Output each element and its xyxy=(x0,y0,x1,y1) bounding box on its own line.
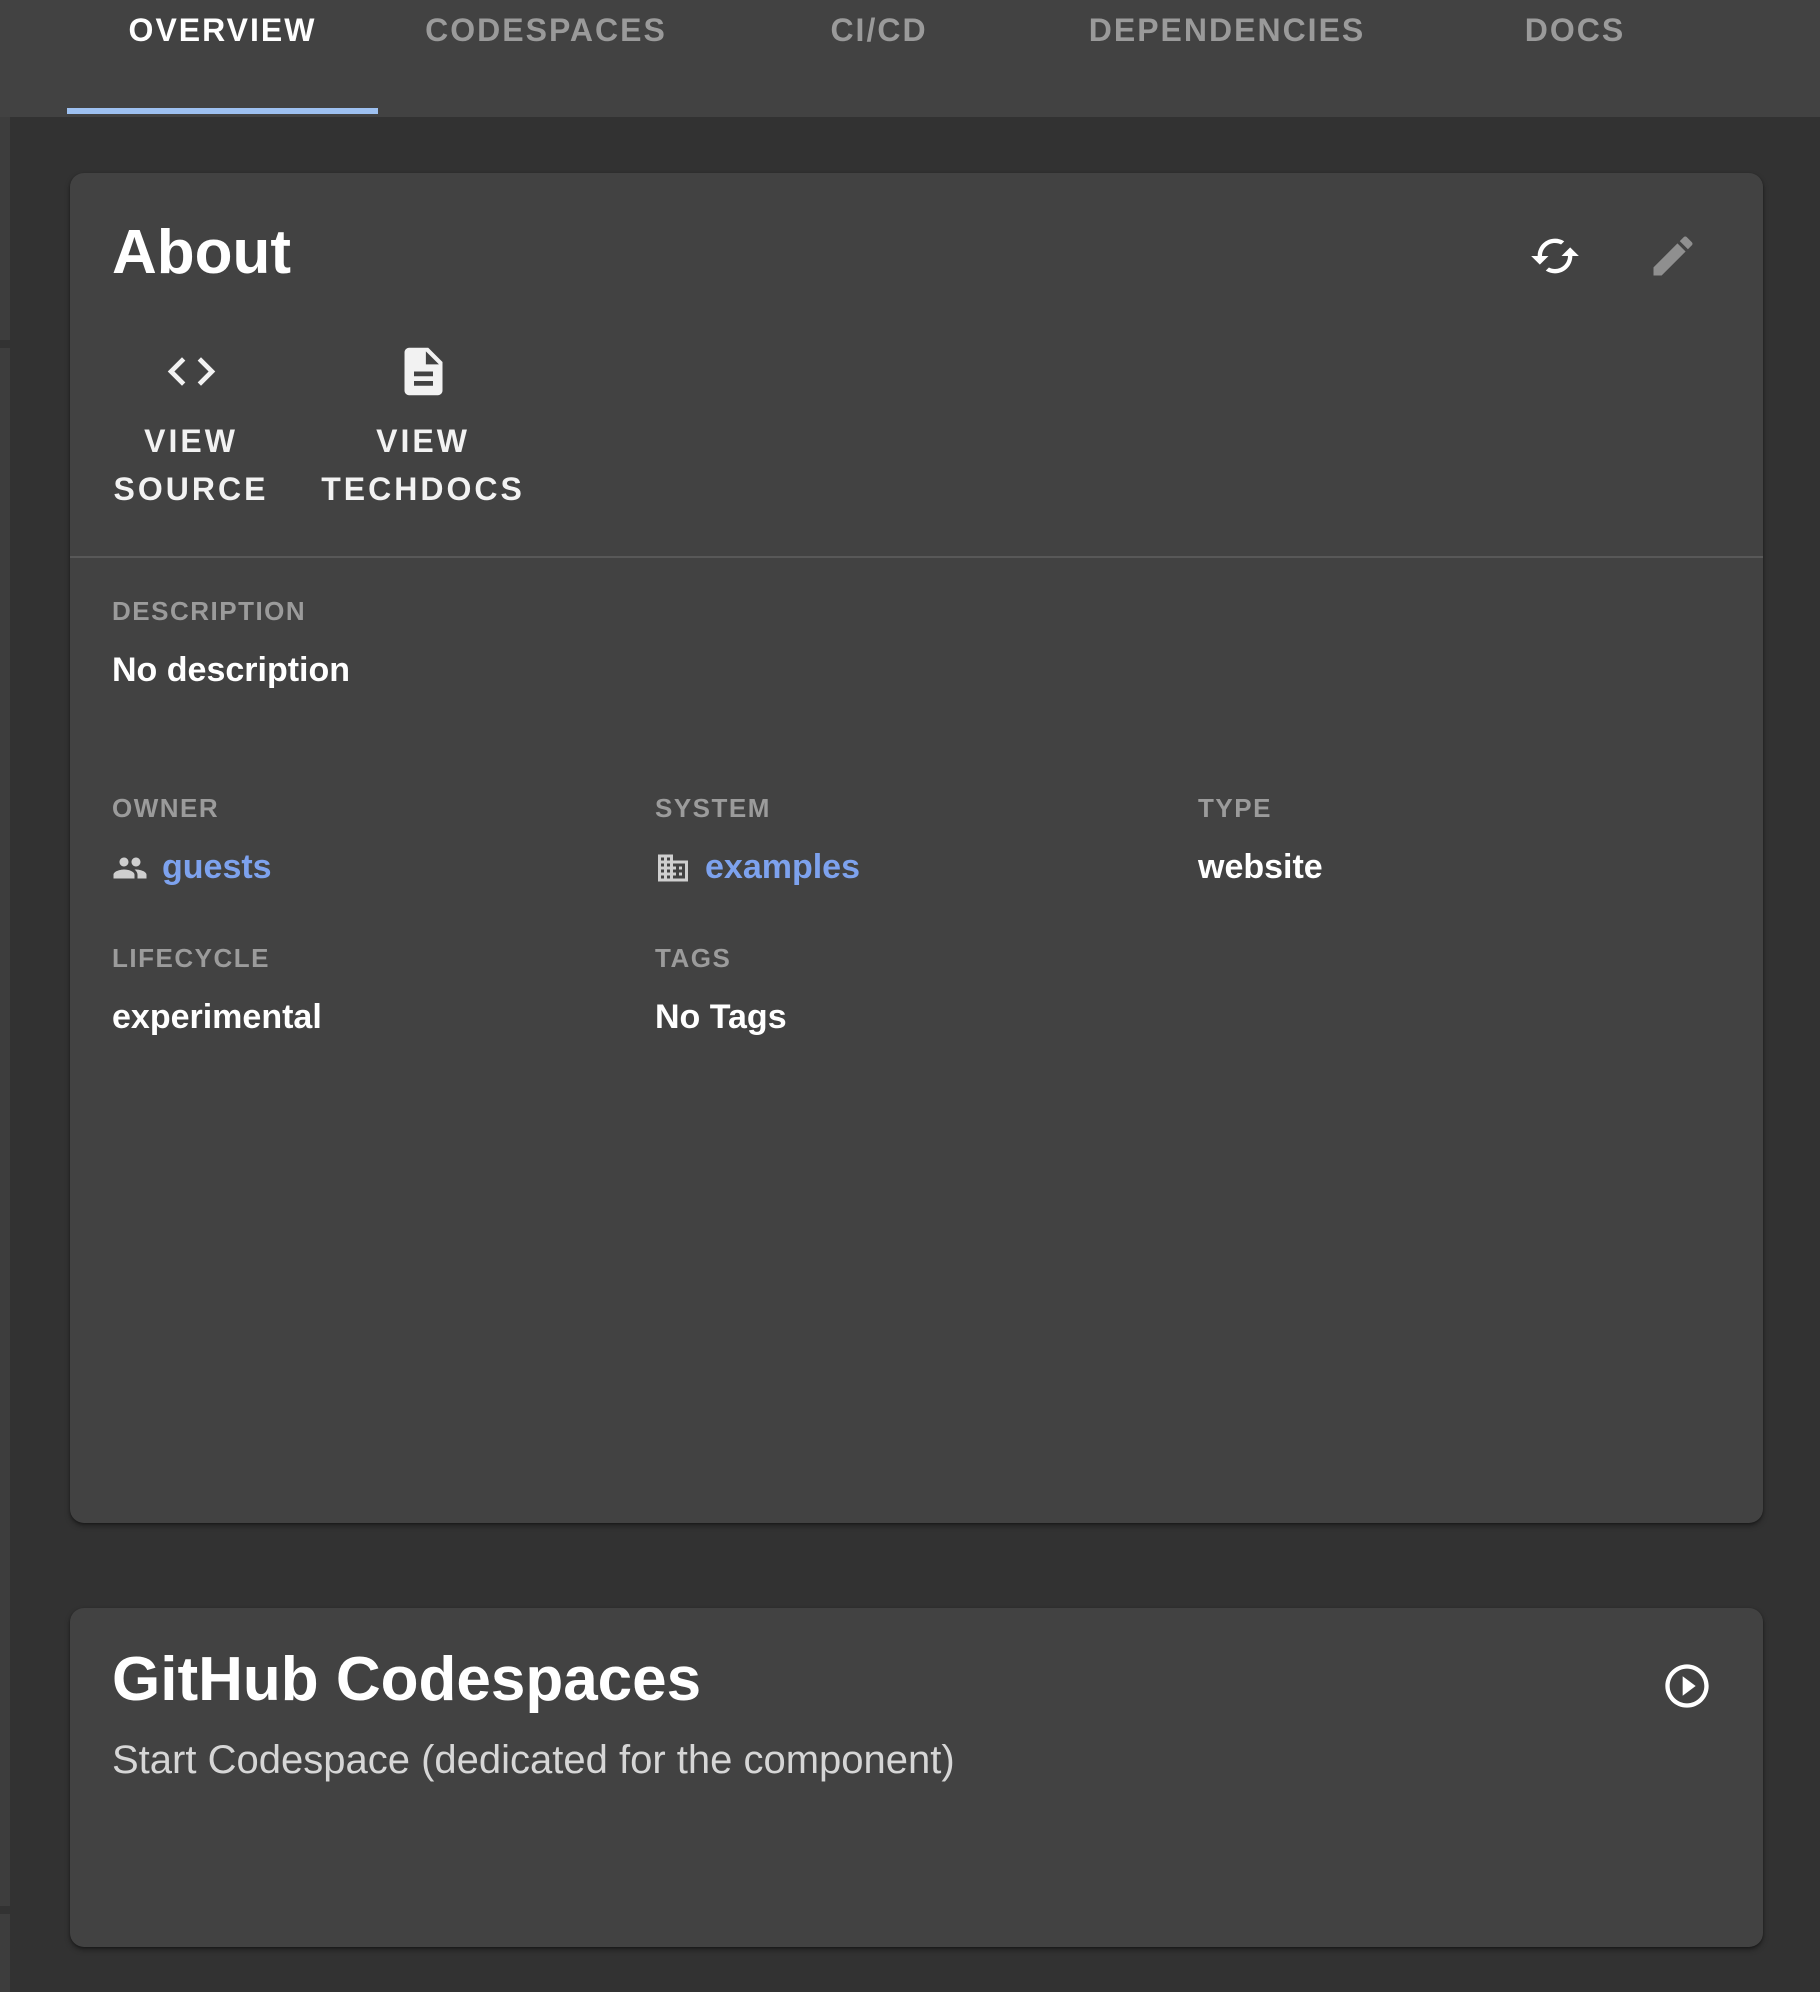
tab-cicd[interactable]: CI/CD xyxy=(714,0,1044,117)
view-source-label: VIEW SOURCE xyxy=(75,417,307,513)
edit-metadata-button[interactable] xyxy=(1647,231,1699,283)
field-type-value: website xyxy=(1198,848,1323,887)
field-owner: OWNER guests xyxy=(112,793,272,887)
left-cutoff-card-edge xyxy=(0,348,10,1906)
document-icon xyxy=(395,343,452,403)
field-description-value: No description xyxy=(112,651,350,690)
view-techdocs-label: VIEW TECHDOCS xyxy=(307,417,539,513)
about-card: About VIEW SOURCE VIEW TECHDOCS xyxy=(70,173,1763,1523)
start-codespace-button[interactable] xyxy=(1661,1661,1713,1713)
field-lifecycle: LIFECYCLE experimental xyxy=(112,943,322,1037)
business-icon xyxy=(655,850,691,886)
field-lifecycle-value: experimental xyxy=(112,998,322,1037)
edit-icon xyxy=(1647,230,1699,285)
tab-codespaces[interactable]: CODESPACES xyxy=(378,0,714,117)
system-link[interactable]: examples xyxy=(705,848,860,887)
field-description-label: DESCRIPTION xyxy=(112,596,350,627)
tab-overview[interactable]: OVERVIEW xyxy=(67,0,378,117)
owner-link[interactable]: guests xyxy=(162,848,272,887)
about-card-buttons: VIEW SOURCE VIEW TECHDOCS xyxy=(75,343,539,513)
field-system-label: SYSTEM xyxy=(655,793,860,824)
field-tags-value: No Tags xyxy=(655,998,787,1037)
view-techdocs-button[interactable]: VIEW TECHDOCS xyxy=(307,343,539,513)
codespaces-card-subtitle: Start Codespace (dedicated for the compo… xyxy=(112,1738,955,1783)
about-card-actions xyxy=(1529,231,1699,283)
tab-docs[interactable]: DOCS xyxy=(1410,0,1740,117)
field-description: DESCRIPTION No description xyxy=(112,596,350,690)
field-type-label: TYPE xyxy=(1198,793,1323,824)
group-icon xyxy=(112,850,148,886)
left-cutoff-card-edge xyxy=(0,1914,10,1992)
refresh-entity-button[interactable] xyxy=(1529,231,1581,283)
view-source-button[interactable]: VIEW SOURCE xyxy=(75,343,307,513)
field-tags: TAGS No Tags xyxy=(655,943,787,1037)
tab-dependencies[interactable]: DEPENDENCIES xyxy=(1044,0,1410,117)
about-card-title: About xyxy=(112,219,291,287)
field-tags-label: TAGS xyxy=(655,943,787,974)
entity-tab-bar: OVERVIEW CODESPACES CI/CD DEPENDENCIES D… xyxy=(0,0,1820,117)
about-card-divider xyxy=(70,556,1763,558)
github-codespaces-card: GitHub Codespaces Start Codespace (dedic… xyxy=(70,1608,1763,1947)
left-cutoff-card-edge xyxy=(0,117,10,340)
code-icon xyxy=(163,343,220,403)
play-circle-icon xyxy=(1661,1660,1713,1715)
field-owner-label: OWNER xyxy=(112,793,272,824)
field-system: SYSTEM examples xyxy=(655,793,860,887)
codespaces-card-title: GitHub Codespaces xyxy=(112,1646,701,1714)
field-lifecycle-label: LIFECYCLE xyxy=(112,943,322,974)
field-type: TYPE website xyxy=(1198,793,1323,887)
refresh-icon xyxy=(1529,230,1581,285)
